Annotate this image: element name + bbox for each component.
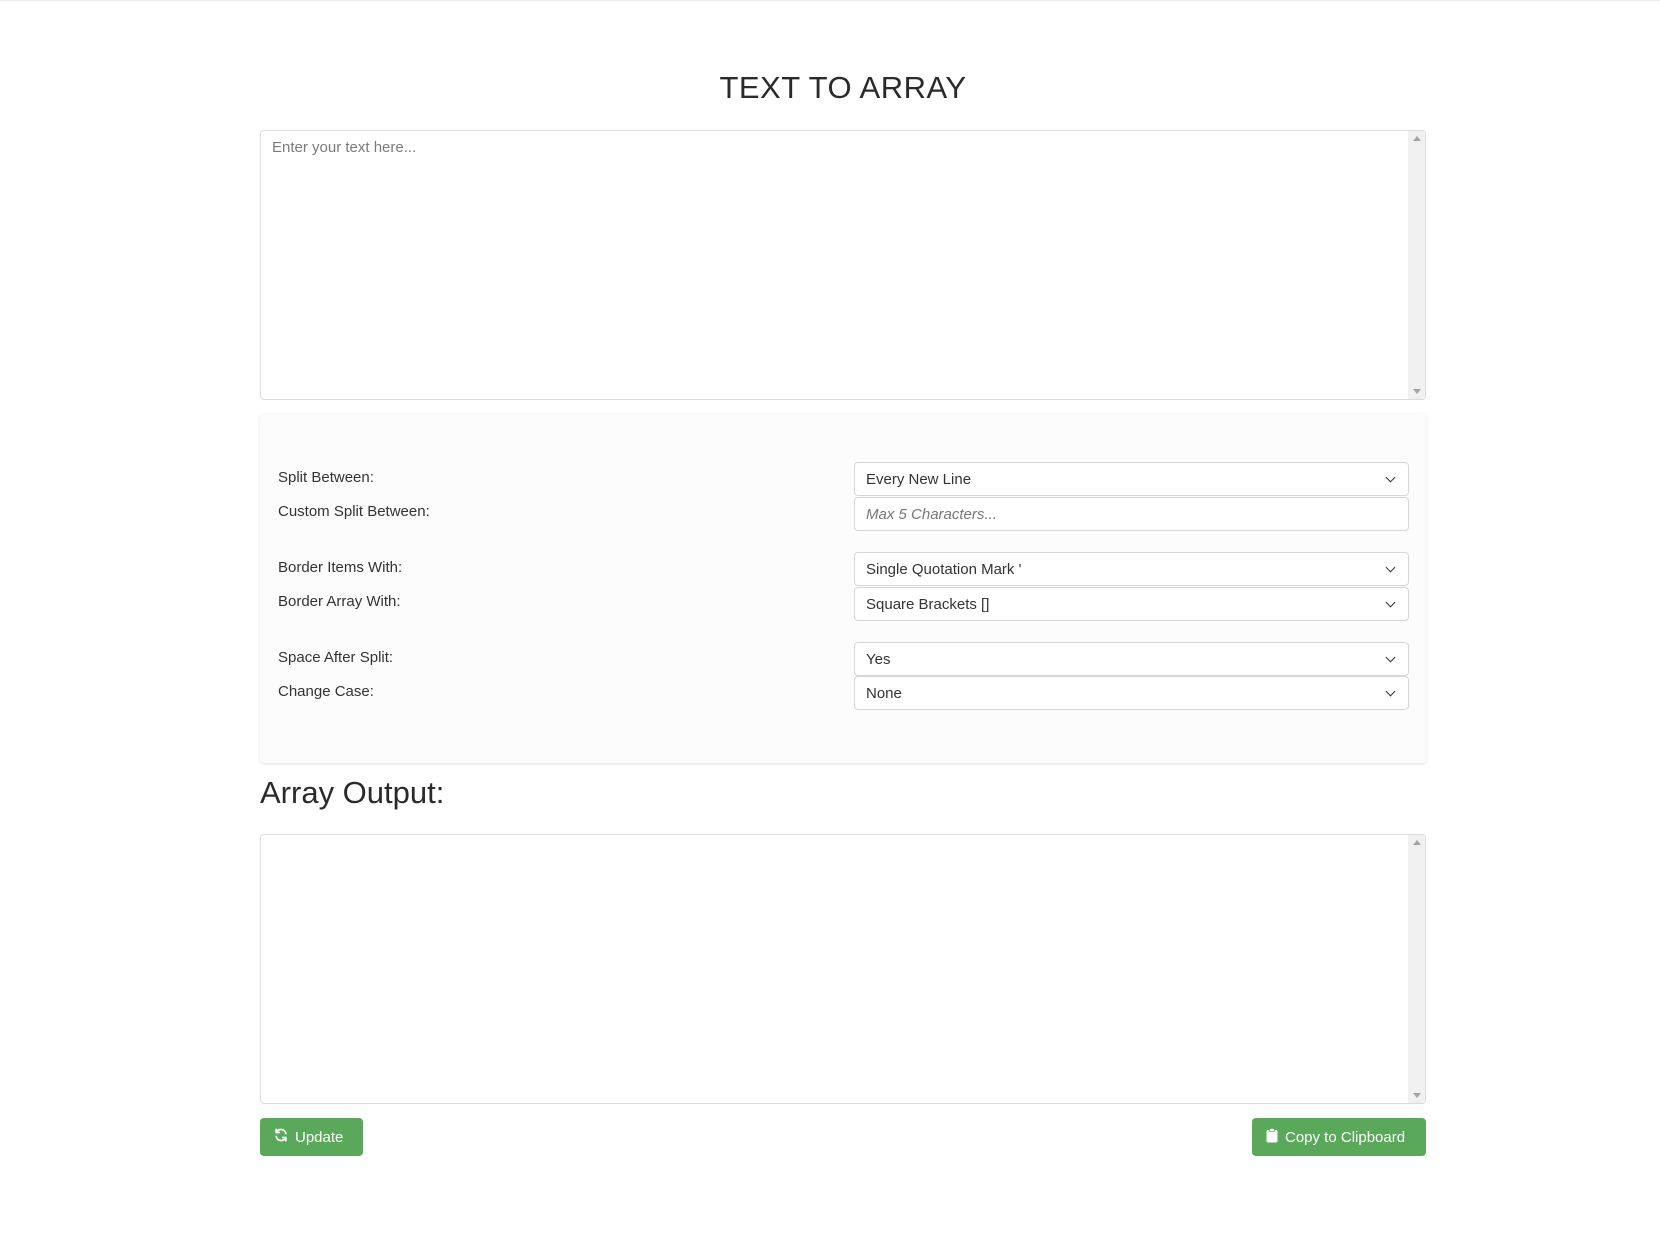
- space-after-split-label: Space After Split:: [278, 649, 394, 666]
- space-after-split-value: Yes: [866, 651, 891, 668]
- change-case-select[interactable]: None: [854, 676, 1409, 710]
- border-array-label: Border Array With:: [278, 593, 401, 610]
- chevron-down-icon: [1385, 652, 1396, 663]
- output-textarea[interactable]: [261, 835, 1408, 1103]
- change-case-value: None: [866, 685, 902, 702]
- input-textarea[interactable]: [261, 131, 1408, 399]
- options-panel: Split Between: Every New Line Custom Spl…: [260, 414, 1426, 763]
- scroll-down-arrow-icon[interactable]: [1413, 389, 1421, 394]
- refresh-icon: [274, 1128, 288, 1146]
- border-array-select[interactable]: Square Brackets []: [854, 587, 1409, 621]
- update-button[interactable]: Update: [260, 1118, 363, 1156]
- custom-split-placeholder: Max 5 Characters...: [866, 506, 997, 523]
- change-case-label: Change Case:: [278, 683, 374, 700]
- input-textarea-container: [260, 130, 1426, 400]
- chevron-down-icon: [1385, 472, 1396, 483]
- output-scrollbar[interactable]: [1408, 835, 1425, 1103]
- scroll-down-arrow-icon[interactable]: [1413, 1093, 1421, 1098]
- split-between-value: Every New Line: [866, 471, 972, 488]
- chevron-down-icon: [1385, 686, 1396, 697]
- border-items-select[interactable]: Single Quotation Mark ': [854, 552, 1409, 586]
- space-after-split-select[interactable]: Yes: [854, 642, 1409, 676]
- clipboard-icon: [1266, 1127, 1278, 1147]
- scroll-up-arrow-icon[interactable]: [1413, 136, 1421, 141]
- input-scrollbar[interactable]: [1408, 131, 1425, 399]
- chevron-down-icon: [1385, 597, 1396, 608]
- border-array-value: Square Brackets []: [866, 596, 990, 613]
- update-button-label: Update: [295, 1128, 344, 1146]
- custom-split-input[interactable]: Max 5 Characters...: [854, 497, 1409, 531]
- split-between-select[interactable]: Every New Line: [854, 462, 1409, 496]
- chevron-down-icon: [1385, 562, 1396, 573]
- page-title: TEXT TO ARRAY: [719, 70, 967, 105]
- top-divider: [0, 0, 1660, 1]
- copy-button-label: Copy to Clipboard: [1285, 1128, 1406, 1146]
- border-items-value: Single Quotation Mark ': [866, 561, 1022, 578]
- scroll-up-arrow-icon[interactable]: [1413, 840, 1421, 845]
- split-between-label: Split Between:: [278, 469, 374, 486]
- copy-to-clipboard-button[interactable]: Copy to Clipboard: [1252, 1118, 1426, 1156]
- output-textarea-container: [260, 834, 1426, 1104]
- output-heading: Array Output:: [260, 775, 445, 810]
- border-items-label: Border Items With:: [278, 559, 403, 576]
- custom-split-label: Custom Split Between:: [278, 503, 430, 520]
